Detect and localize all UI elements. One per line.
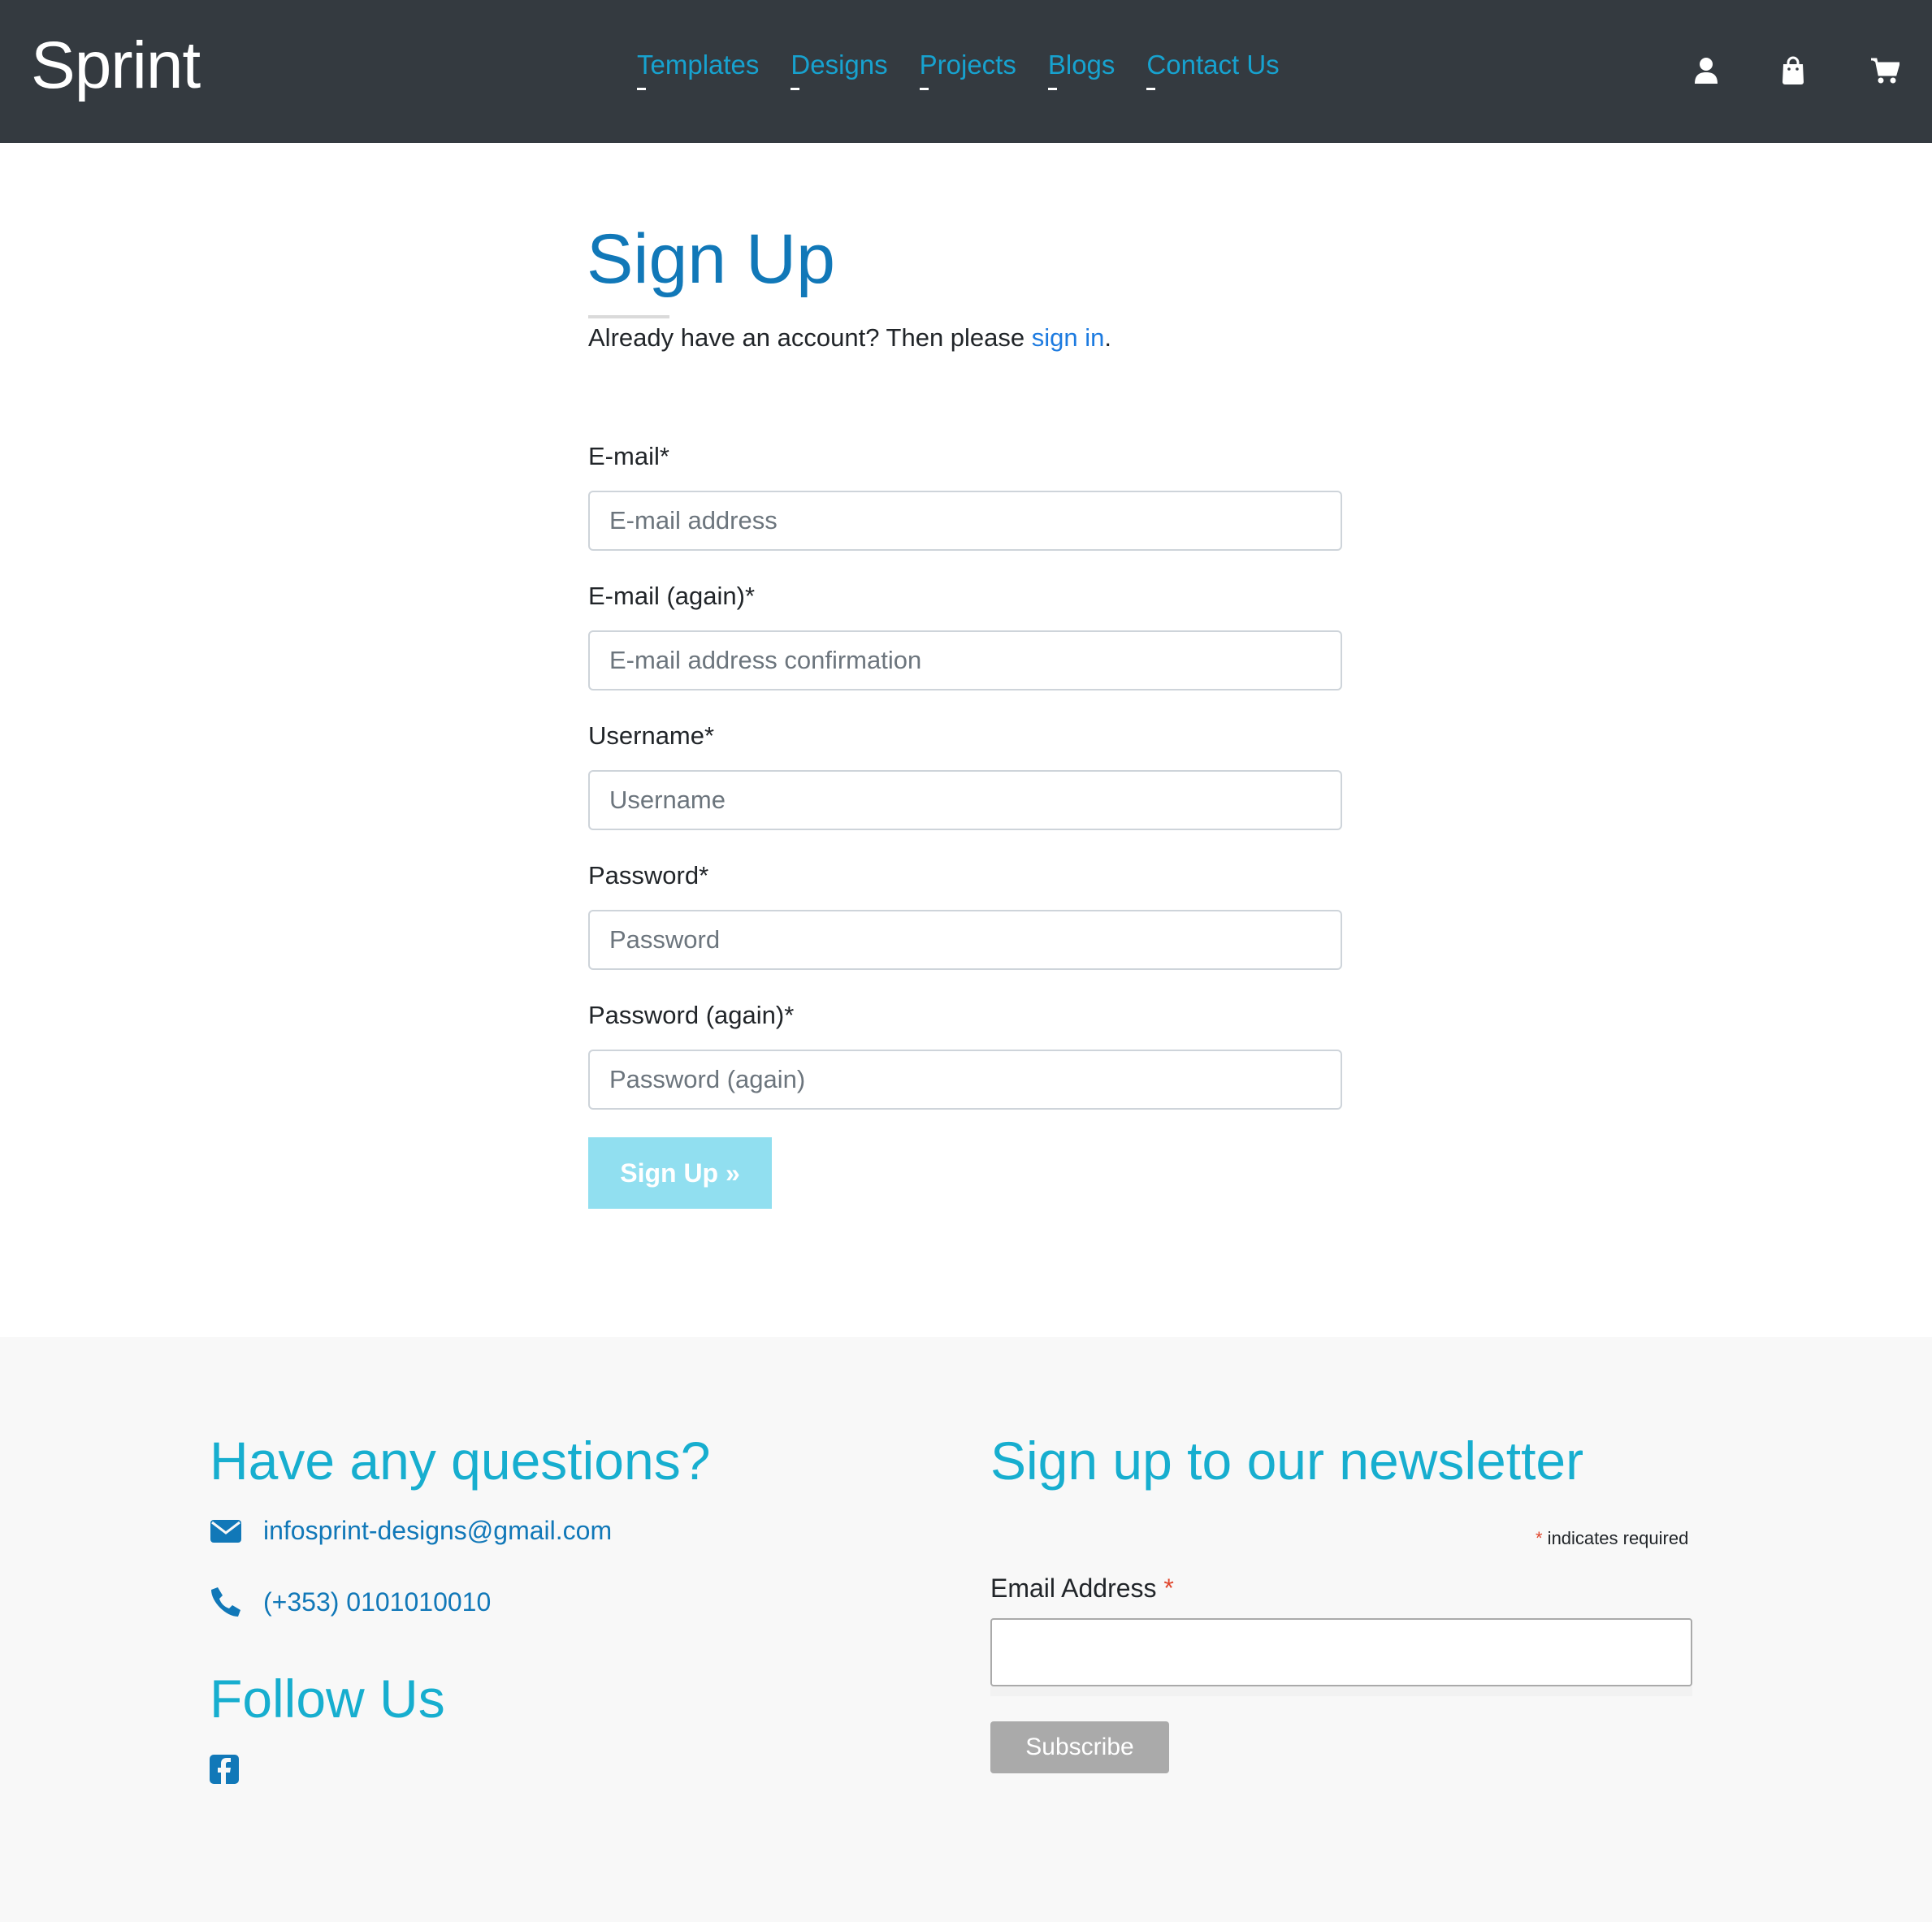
password-confirm-label: Password (again)* [588, 1001, 795, 1029]
follow-us-heading: Follow Us [210, 1669, 445, 1729]
username-input[interactable] [588, 770, 1342, 830]
cart-icon[interactable] [1870, 57, 1900, 84]
email-confirm-label: E-mail (again)* [588, 582, 756, 610]
required-indicator-note: * indicates required [1536, 1528, 1688, 1549]
sign-in-link[interactable]: sign in [1032, 323, 1105, 352]
newsletter-heading: Sign up to our newsletter [990, 1431, 1584, 1491]
password-confirm-input[interactable] [588, 1050, 1342, 1110]
email-confirm-input[interactable] [588, 630, 1342, 690]
shopping-bag-icon[interactable] [1781, 55, 1805, 84]
username-label: Username* [588, 721, 715, 750]
newsletter-email-input[interactable] [990, 1618, 1692, 1686]
questions-heading: Have any questions? [210, 1431, 711, 1491]
sign-up-button[interactable]: Sign Up » [588, 1137, 772, 1209]
title-underline-divider [588, 315, 669, 318]
signin-prompt-text: Already have an account? Then please [588, 323, 1032, 352]
contact-email-link[interactable]: infosprint-designs@gmail.com [263, 1516, 612, 1546]
contact-phone-row: (+353) 0101010010 [210, 1586, 491, 1618]
facebook-icon[interactable] [210, 1755, 239, 1788]
newsletter-email-label-text: Email Address [990, 1574, 1157, 1603]
top-navbar: Sprint Templates Designs Projects Blogs … [0, 0, 1932, 143]
newsletter-email-label: Email Address * [990, 1574, 1174, 1604]
required-note-text: indicates required [1542, 1528, 1689, 1548]
email-label: E-mail* [588, 442, 669, 470]
user-icon[interactable] [1694, 57, 1718, 84]
signin-prompt-end: . [1104, 323, 1111, 352]
password-label: Password* [588, 861, 709, 890]
subscribe-button[interactable]: Subscribe [990, 1721, 1169, 1773]
newsletter-required-star: * [1163, 1574, 1174, 1603]
contact-phone-link[interactable]: (+353) 0101010010 [263, 1587, 491, 1617]
password-input[interactable] [588, 910, 1342, 970]
signin-prompt: Already have an account? Then please sig… [588, 323, 1111, 353]
email-input[interactable] [588, 491, 1342, 551]
required-star: * [1536, 1528, 1543, 1548]
envelope-icon [210, 1519, 245, 1543]
page-title: Sign Up [587, 220, 835, 298]
phone-icon [210, 1586, 245, 1618]
newsletter-input-spacer [990, 1686, 1692, 1696]
contact-email-row: infosprint-designs@gmail.com [210, 1516, 612, 1546]
nav-icon-group [0, 54, 1932, 86]
